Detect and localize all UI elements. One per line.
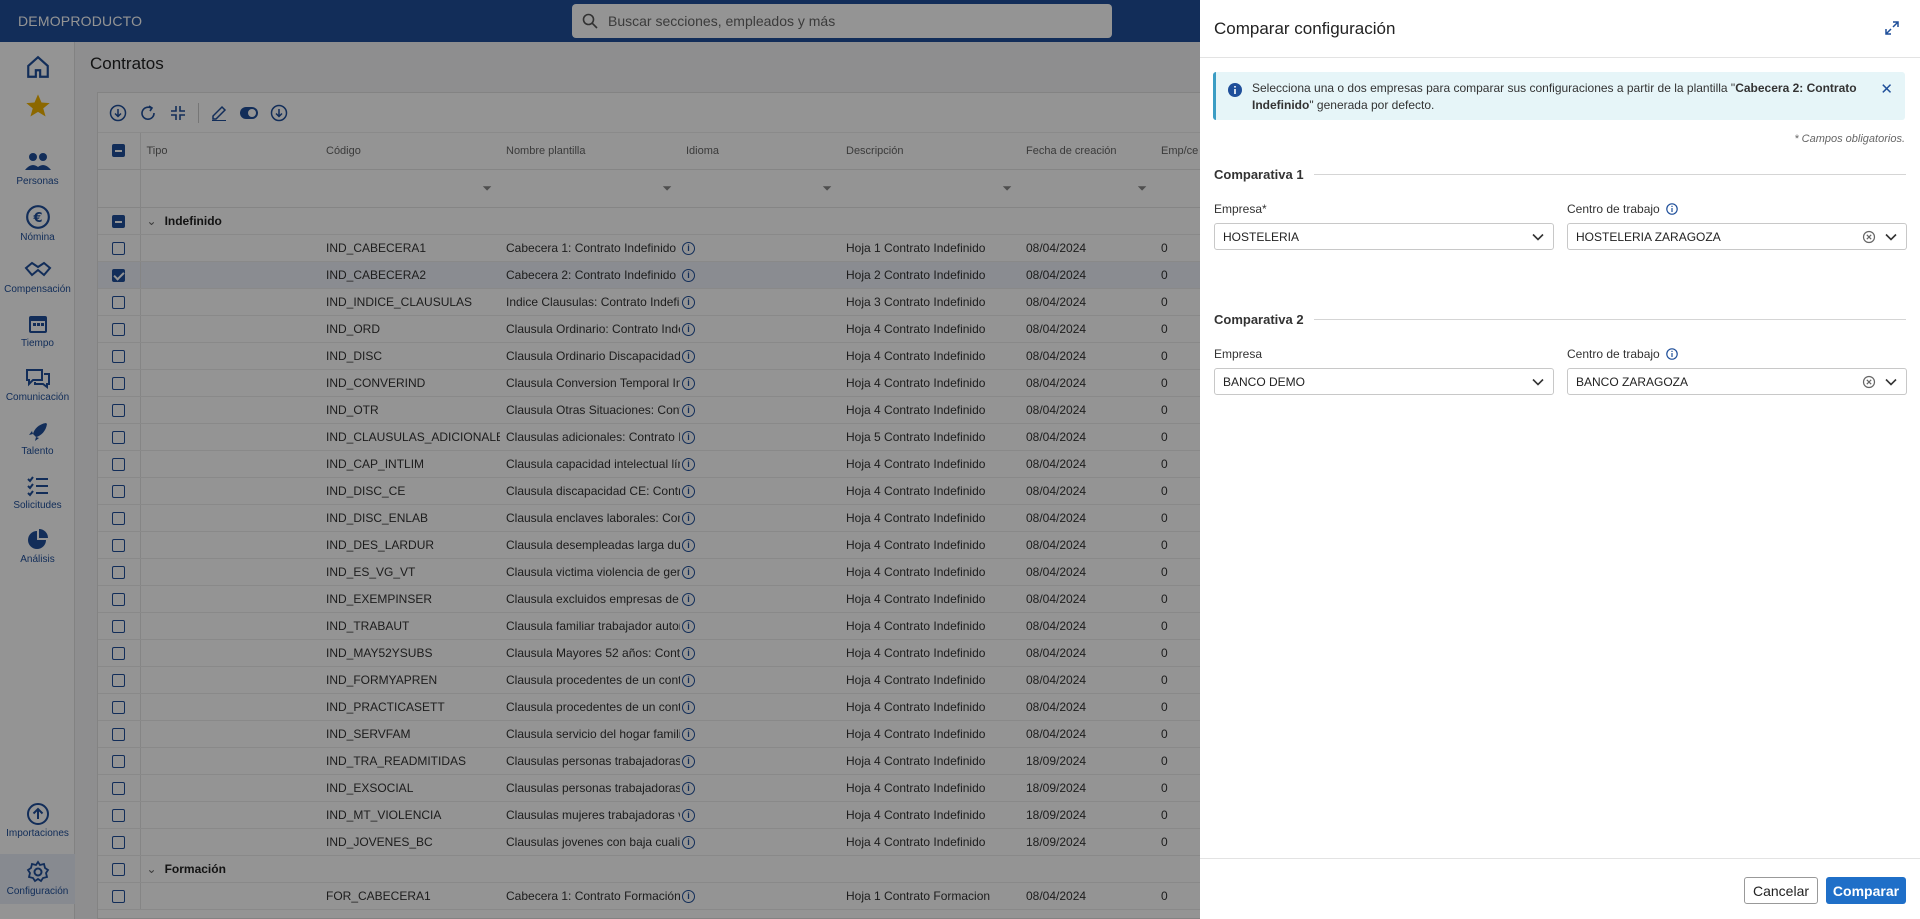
empresa-2-select[interactable]: BANCO DEMO	[1214, 368, 1554, 395]
chevron-down-icon[interactable]	[1531, 230, 1545, 244]
comparativa-2-title: Comparativa 2	[1214, 312, 1304, 327]
clear-icon[interactable]	[1862, 230, 1876, 244]
cancel-button[interactable]: Cancelar	[1744, 877, 1818, 904]
expand-icon[interactable]	[1884, 20, 1900, 36]
panel-footer: Cancelar Comparar	[1200, 858, 1920, 919]
empresa-1-select[interactable]: HOSTELERIA	[1214, 223, 1554, 250]
empresa-2-label: Empresa	[1214, 347, 1262, 361]
centro-1-select[interactable]: HOSTELERIA ZARAGOZA	[1567, 223, 1907, 250]
section-divider	[1313, 174, 1906, 175]
close-alert-icon[interactable]: ✕	[1880, 80, 1893, 98]
panel-title: Comparar configuración	[1214, 18, 1396, 38]
comparativa-2-header: Comparativa 2	[1214, 312, 1906, 327]
comparativa-1-title: Comparativa 1	[1214, 167, 1304, 182]
compare-config-panel: Comparar configuración Selecciona una o …	[1200, 0, 1920, 919]
chevron-down-icon[interactable]	[1884, 230, 1898, 244]
empresa-2-value: BANCO DEMO	[1223, 374, 1306, 389]
alert-text-post: " generada por defecto.	[1309, 98, 1435, 112]
centro-1-label-text: Centro de trabajo	[1567, 202, 1660, 216]
centro-2-value: BANCO ZARAGOZA	[1576, 374, 1689, 389]
centro-2-label: Centro de trabajo	[1567, 347, 1678, 361]
empresa-2-label-text: Empresa	[1214, 347, 1263, 361]
chevron-down-icon[interactable]	[1531, 375, 1545, 389]
empresa-1-value: HOSTELERIA	[1223, 229, 1300, 244]
comparativa-1-header: Comparativa 1	[1214, 167, 1906, 182]
info-outline-icon[interactable]	[1665, 348, 1678, 360]
info-alert: Selecciona una o dos empresas para compa…	[1213, 72, 1905, 120]
empresa-1-label-text: Empresa*	[1214, 202, 1267, 216]
required-note: * Campos obligatorios.	[1794, 133, 1905, 145]
alert-text-pre: Selecciona una o dos empresas para compa…	[1252, 81, 1736, 95]
modal-backdrop[interactable]	[0, 0, 1200, 919]
compare-button[interactable]: Comparar	[1826, 877, 1906, 904]
centro-1-value: HOSTELERIA ZARAGOZA	[1576, 229, 1721, 244]
centro-2-select[interactable]: BANCO ZARAGOZA	[1567, 368, 1907, 395]
centro-2-label-text: Centro de trabajo	[1567, 347, 1660, 361]
panel-header: Comparar configuración	[1200, 0, 1920, 58]
section-divider	[1313, 319, 1906, 320]
centro-1-label: Centro de trabajo	[1567, 202, 1678, 216]
info-outline-icon[interactable]	[1665, 203, 1678, 215]
chevron-down-icon[interactable]	[1884, 375, 1898, 389]
alert-text: Selecciona una o dos empresas para compa…	[1252, 80, 1870, 114]
clear-icon[interactable]	[1862, 375, 1876, 389]
info-icon	[1228, 83, 1242, 97]
empresa-1-label: Empresa*	[1214, 202, 1267, 216]
